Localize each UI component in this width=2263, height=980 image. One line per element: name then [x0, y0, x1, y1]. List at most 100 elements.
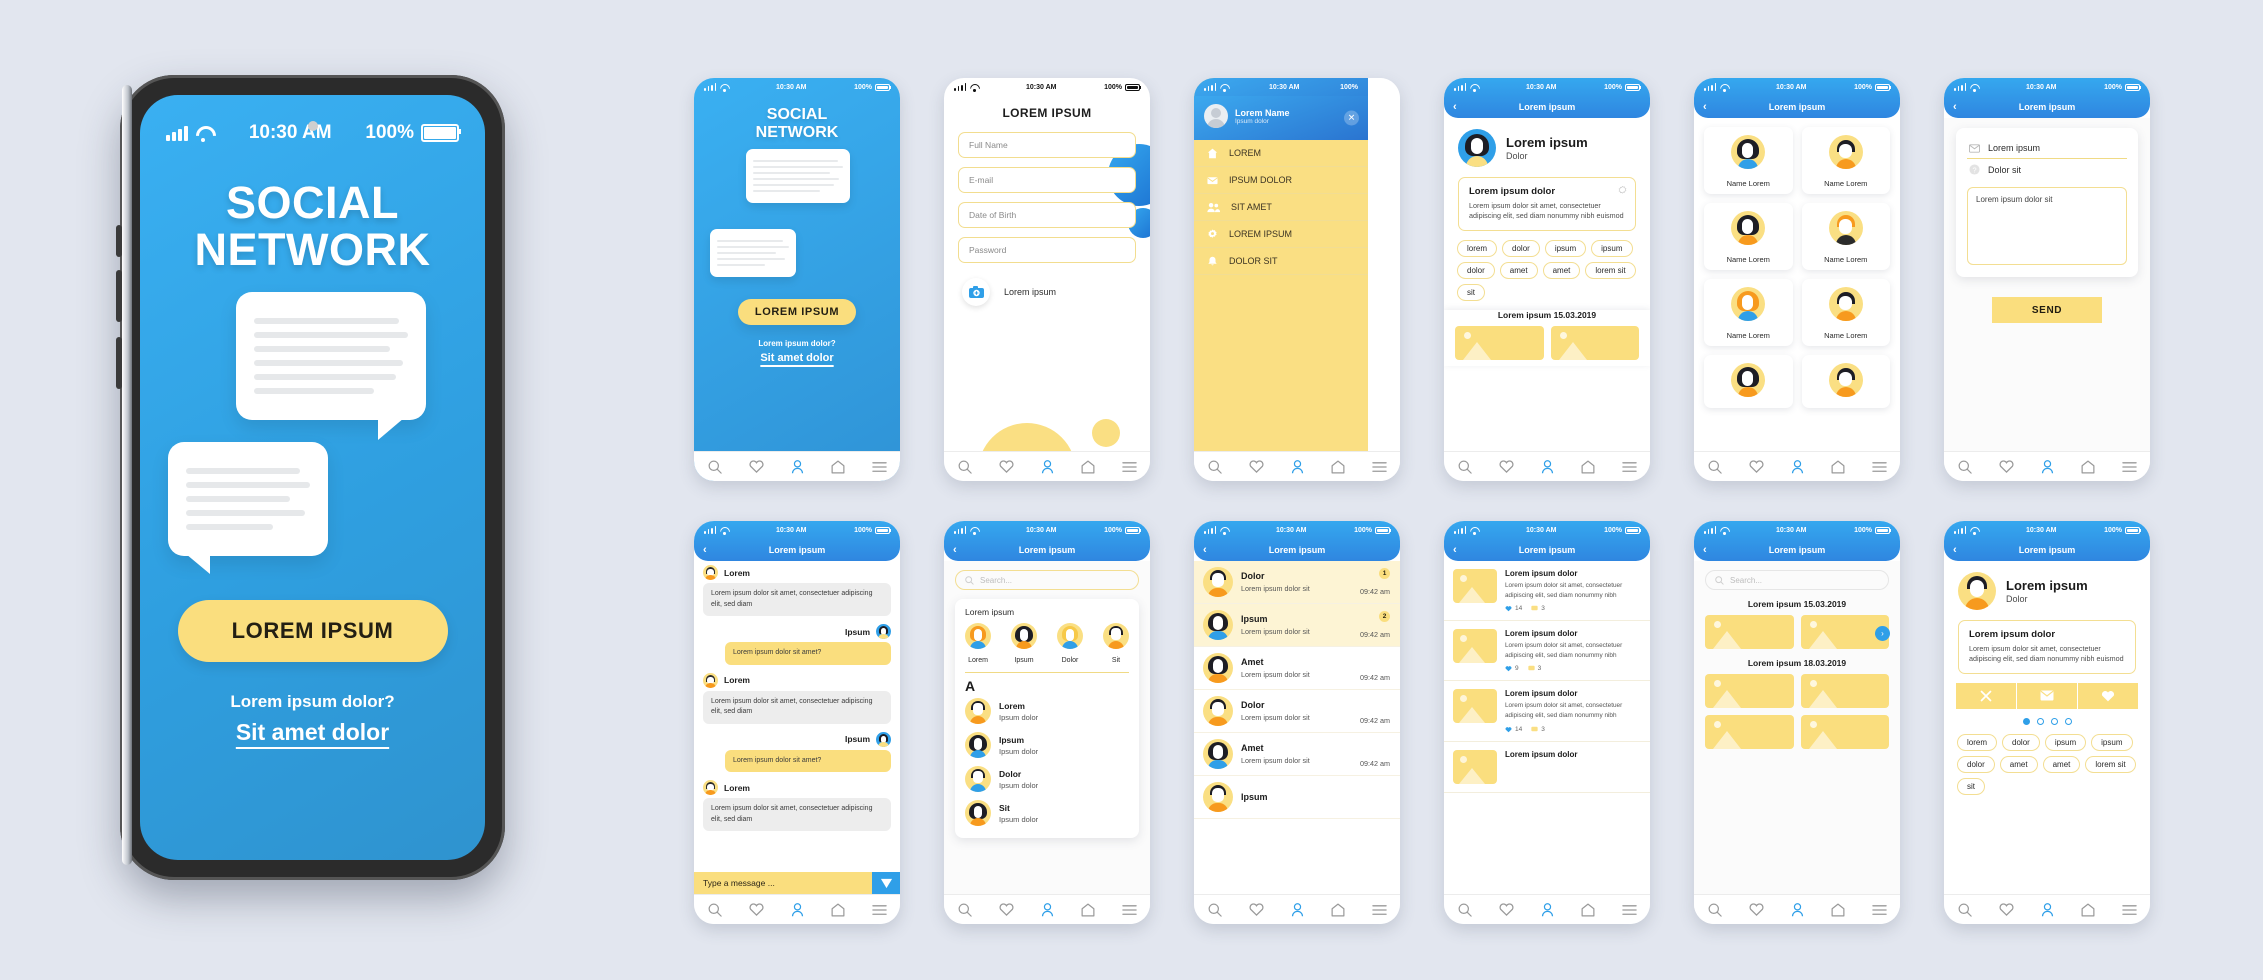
message-textarea[interactable]: Lorem ipsum dolor sit: [1967, 187, 2127, 265]
back-icon[interactable]: ‹: [1453, 544, 1457, 556]
screen-gallery[interactable]: 10:30 AM 100% ‹ Lorem ipsum Search... Lo…: [1694, 521, 1900, 924]
tabbar-home-icon[interactable]: [1331, 460, 1345, 474]
tabbar-heart-icon[interactable]: [998, 903, 1014, 916]
tag[interactable]: lorem sit: [2085, 755, 2136, 773]
tag[interactable]: dolor: [2002, 733, 2040, 751]
like-button[interactable]: [2078, 682, 2138, 709]
topic-field[interactable]: ? Dolor sit: [1967, 159, 2127, 180]
tabbar-menu-icon[interactable]: [1621, 904, 1637, 916]
list-item[interactable]: Sit Ipsum dolor: [965, 796, 1129, 830]
list-item[interactable]: Lorem Ipsum dolor: [965, 694, 1129, 728]
tabbar-menu-icon[interactable]: [1121, 461, 1137, 473]
recent-contact[interactable]: Ipsum: [1011, 623, 1037, 664]
back-icon[interactable]: ‹: [1203, 544, 1207, 556]
tabbar-home-icon[interactable]: [1581, 460, 1595, 474]
carousel-dot[interactable]: [2064, 717, 2072, 725]
fullname-field[interactable]: Full Name: [958, 132, 1136, 158]
tabbar-menu-icon[interactable]: [1871, 904, 1887, 916]
power-button[interactable]: [116, 337, 122, 389]
contact-card[interactable]: Name Lorem: [1801, 279, 1890, 346]
tag[interactable]: lorem: [1457, 239, 1498, 257]
screen-onboarding[interactable]: 10:30 AM 100% SOCIAL NETWORK LOREM IPSUM…: [694, 78, 900, 481]
tabbar-person-icon[interactable]: [1291, 902, 1304, 917]
tag[interactable]: ipsum: [1591, 239, 1633, 257]
carousel-dot[interactable]: [2022, 717, 2030, 725]
photo-thumbnail[interactable]: [1705, 615, 1794, 649]
tag[interactable]: dolor: [1457, 261, 1495, 279]
sub-link[interactable]: Sit amet dolor: [694, 352, 900, 364]
tabbar-menu-icon[interactable]: [2121, 461, 2137, 473]
volume-up-button[interactable]: [116, 225, 122, 257]
recent-contact[interactable]: Sit: [1103, 623, 1129, 664]
back-icon[interactable]: ‹: [1703, 544, 1707, 556]
tabbar-person-icon[interactable]: [1041, 459, 1054, 474]
tabbar-person-icon[interactable]: [2041, 902, 2054, 917]
camera-upload-button[interactable]: [962, 278, 990, 306]
contact-card[interactable]: Name Lorem: [1704, 203, 1793, 270]
feed-post[interactable]: Lorem ipsum dolor: [1444, 742, 1650, 793]
photo-thumbnail[interactable]: [1705, 715, 1794, 749]
tag[interactable]: amet: [1499, 261, 1538, 279]
table-row[interactable]: Amet Lorem ipsum dolor sit 09:42 am: [1194, 647, 1400, 690]
feed-post[interactable]: Lorem ipsum dolor Lorem ipsum dolor sit …: [1444, 621, 1650, 682]
photo-thumbnail[interactable]: [1800, 674, 1889, 708]
recent-contact[interactable]: Dolor: [1057, 623, 1083, 664]
tag[interactable]: dolor: [1502, 239, 1540, 257]
menu-item-sit-amet[interactable]: SIT AMET: [1194, 194, 1368, 221]
tabbar-home-icon[interactable]: [2081, 460, 2095, 474]
sub-link[interactable]: Sit amet dolor: [140, 719, 485, 746]
close-button[interactable]: [1956, 682, 2017, 709]
tag[interactable]: ipsum: [1544, 239, 1587, 257]
tabbar-heart-icon[interactable]: [1748, 903, 1764, 916]
tag[interactable]: amet: [2042, 755, 2081, 773]
send-button[interactable]: SEND: [1992, 297, 2102, 323]
screen-compose[interactable]: 10:30 AM 100% ‹ Lorem ipsum Lorem ipsum …: [1944, 78, 2150, 481]
tabbar-search-icon[interactable]: [1958, 460, 1972, 474]
tag[interactable]: amet: [1999, 755, 2038, 773]
contact-card[interactable]: Name Lorem: [1704, 127, 1793, 194]
screen-side-menu[interactable]: 10:30 AM 100% Lorem Name Ipsum dolor ✕ L…: [1194, 78, 1400, 481]
feed-post[interactable]: Lorem ipsum dolor Lorem ipsum dolor sit …: [1444, 681, 1650, 742]
tabbar-person-icon[interactable]: [791, 459, 804, 474]
tabbar-home-icon[interactable]: [1331, 903, 1345, 917]
menu-item-ipsum-dolor[interactable]: IPSUM DOLOR: [1194, 167, 1368, 194]
menu-item-lorem[interactable]: LOREM: [1194, 140, 1368, 167]
photo-thumbnail[interactable]: [1800, 715, 1889, 749]
tabbar-heart-icon[interactable]: [748, 460, 764, 473]
tag[interactable]: sit: [1957, 777, 1985, 795]
tabbar-search-icon[interactable]: [708, 903, 722, 917]
tabbar-search-icon[interactable]: [1708, 903, 1722, 917]
tabbar-heart-icon[interactable]: [1498, 460, 1514, 473]
screen-chat[interactable]: 10:30 AM 100% ‹ Lorem ipsum Lorem Lorem …: [694, 521, 900, 924]
primary-cta-button[interactable]: LOREM IPSUM: [738, 299, 856, 326]
tabbar-menu-icon[interactable]: [2121, 904, 2137, 916]
screen-profile[interactable]: 10:30 AM 100% ‹ Lorem ipsum Lorem ipsum …: [1444, 78, 1650, 481]
list-item[interactable]: Ipsum Ipsum dolor: [965, 728, 1129, 762]
list-item[interactable]: Dolor Ipsum dolor: [965, 762, 1129, 796]
contact-card[interactable]: [1704, 355, 1793, 408]
tabbar-heart-icon[interactable]: [1248, 903, 1264, 916]
tabbar-menu-icon[interactable]: [1371, 904, 1387, 916]
tabbar-menu-icon[interactable]: [1121, 904, 1137, 916]
recent-contact[interactable]: Lorem: [965, 623, 991, 664]
tabbar-search-icon[interactable]: [1208, 460, 1222, 474]
tabbar-heart-icon[interactable]: [1998, 903, 2014, 916]
table-row[interactable]: Amet Lorem ipsum dolor sit 09:42 am: [1194, 733, 1400, 776]
contact-card[interactable]: Name Lorem: [1704, 279, 1793, 346]
tag[interactable]: ipsum: [2091, 733, 2133, 751]
search-input[interactable]: Search...: [955, 570, 1139, 590]
message-composer[interactable]: Type a message ...: [694, 872, 900, 894]
tabbar-home-icon[interactable]: [1581, 903, 1595, 917]
primary-cta-button[interactable]: LOREM IPSUM: [177, 599, 448, 662]
tabbar-menu-icon[interactable]: [871, 461, 887, 473]
tabbar-search-icon[interactable]: [1958, 903, 1972, 917]
screen-contacts-list[interactable]: 10:30 AM 100% ‹ Lorem ipsum Search... Lo…: [944, 521, 1150, 924]
carousel-dot[interactable]: [2050, 717, 2058, 725]
photo-thumbnail[interactable]: [1550, 325, 1639, 360]
tabbar-search-icon[interactable]: [708, 460, 722, 474]
volume-down-button[interactable]: [116, 270, 122, 322]
back-icon[interactable]: ‹: [1453, 101, 1457, 113]
tabbar-heart-icon[interactable]: [1498, 903, 1514, 916]
tabbar-heart-icon[interactable]: [998, 460, 1014, 473]
send-button[interactable]: [872, 872, 900, 894]
